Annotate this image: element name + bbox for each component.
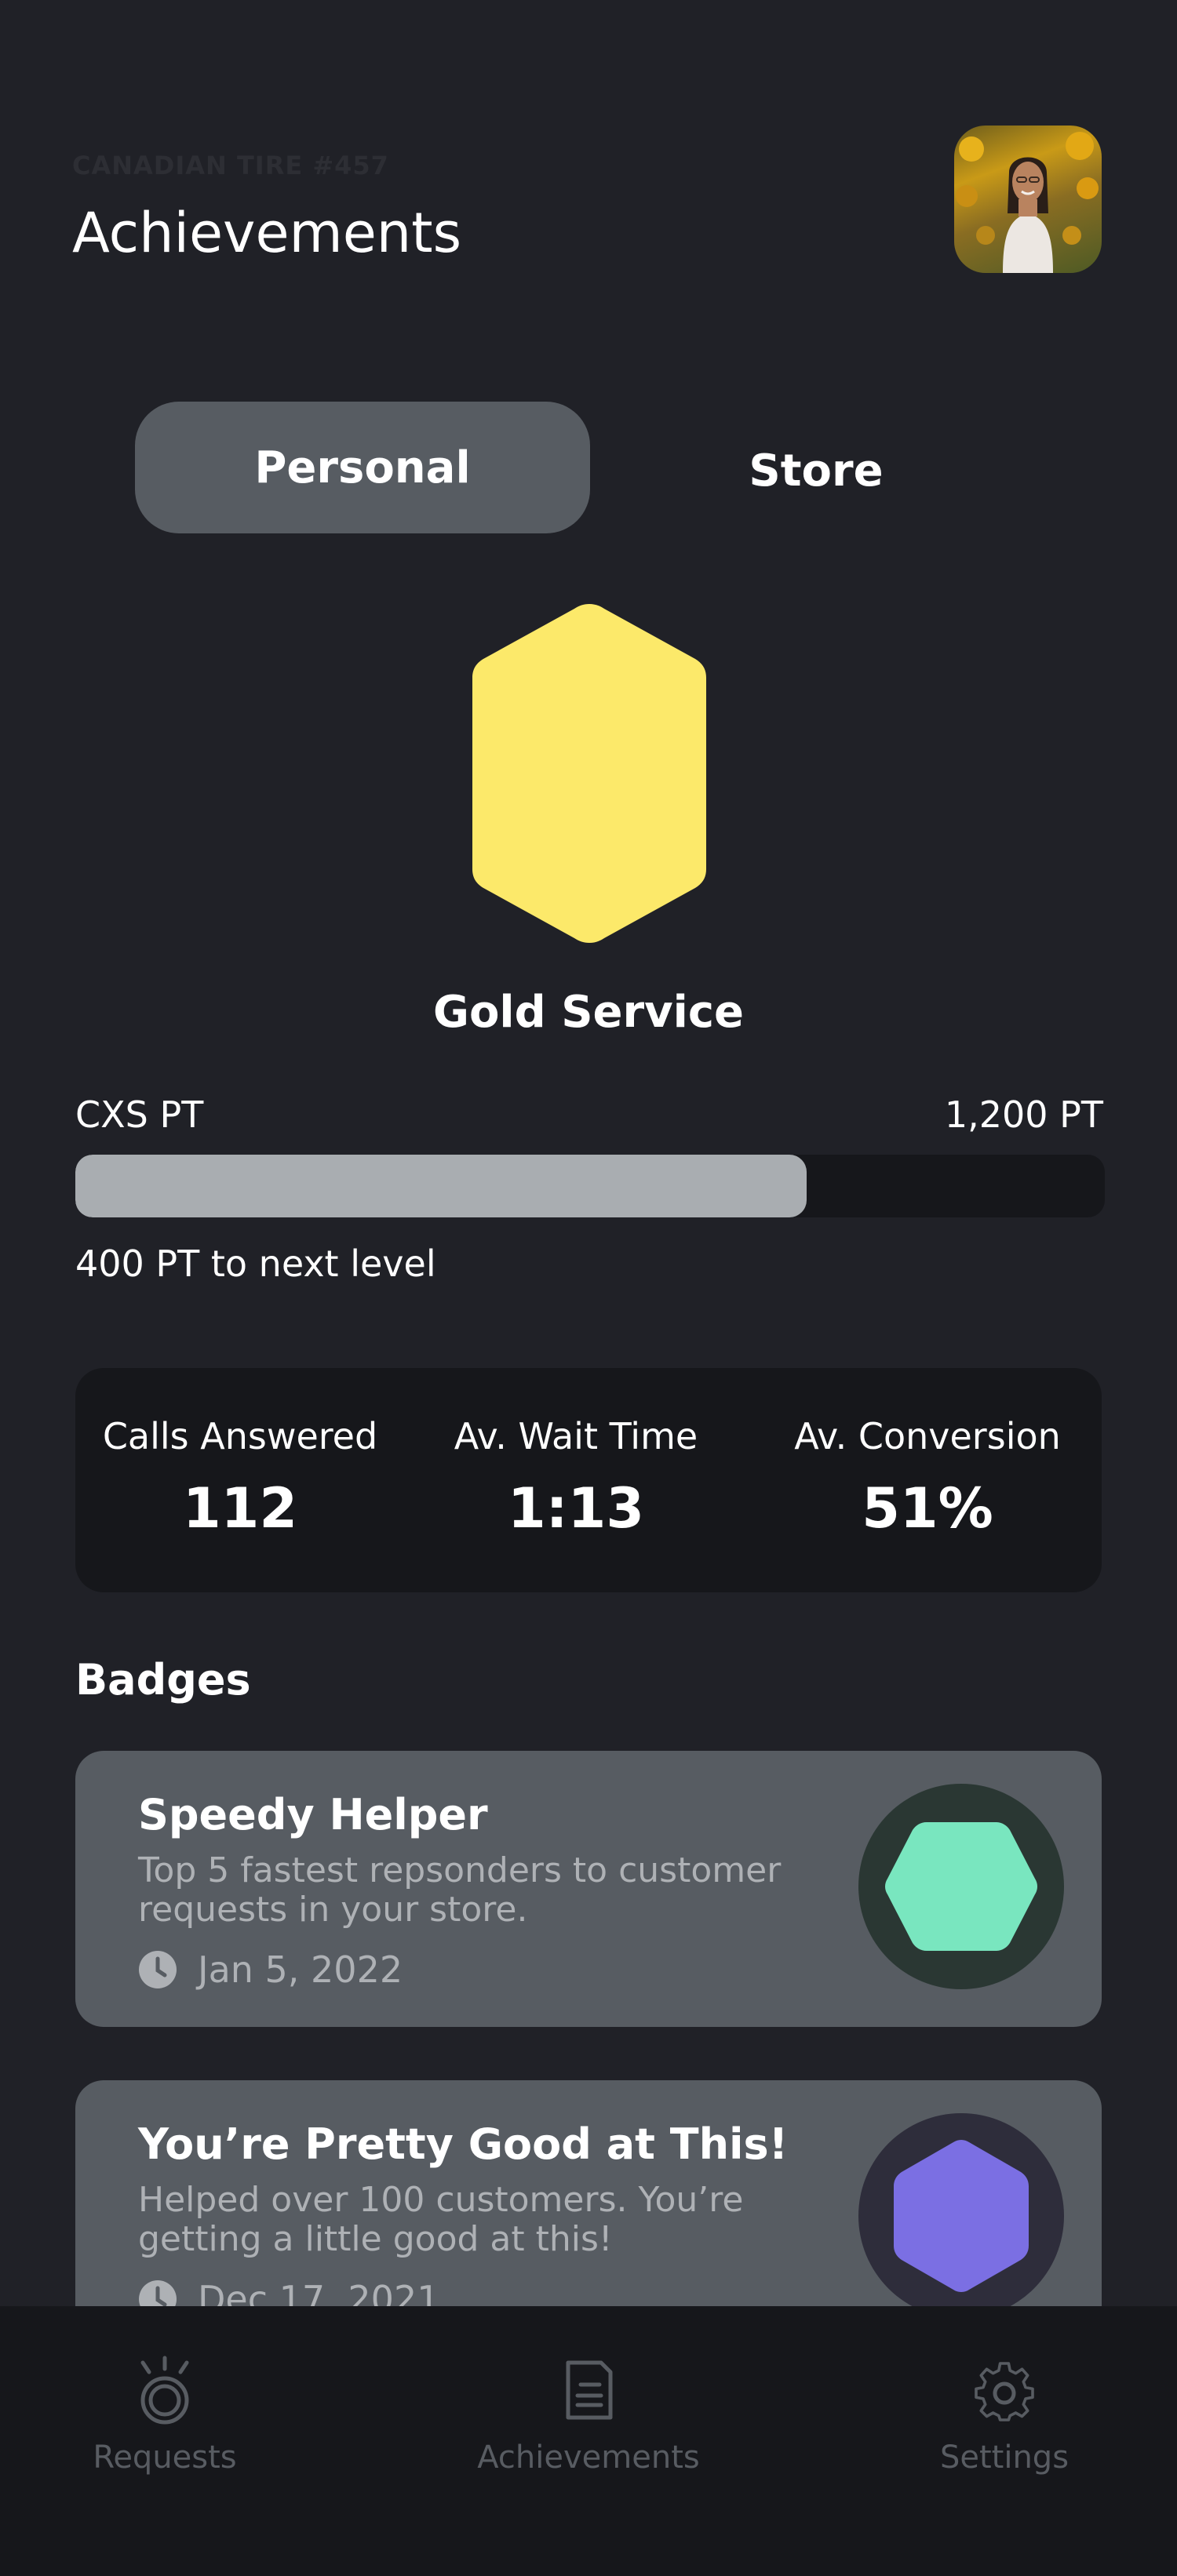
clock-icon xyxy=(139,1951,177,1988)
gold-level-badge-icon xyxy=(472,604,706,943)
gear-icon xyxy=(975,2362,1034,2421)
stat-wait-time: Av. Wait Time 1:13 xyxy=(411,1415,741,1541)
tab-store[interactable]: Store xyxy=(706,416,926,526)
points-label: CXS PT xyxy=(75,1093,204,1136)
badge-date: Jan 5, 2022 xyxy=(198,1948,403,1991)
badge-medal-purple xyxy=(858,2113,1064,2319)
nav-item-requests[interactable]: Requests xyxy=(24,2355,306,2476)
badge-medal-green xyxy=(858,1784,1064,1989)
page-title: Achievements xyxy=(72,201,462,265)
points-progress-fill xyxy=(75,1155,807,1217)
points-progress-bar xyxy=(75,1155,1105,1217)
points-total: 1,200 PT xyxy=(944,1093,1103,1136)
badge-title: Speedy Helper xyxy=(138,1790,488,1839)
stat-value: 112 xyxy=(182,1476,298,1541)
badge-description: Helped over 100 customers. You’re gettin… xyxy=(138,2180,744,2259)
nav-item-settings[interactable]: Settings xyxy=(863,2355,1146,2476)
profile-photo-icon xyxy=(956,132,1099,273)
badges-heading: Badges xyxy=(75,1655,251,1705)
nav-label: Requests xyxy=(93,2440,237,2476)
stat-value: 1:13 xyxy=(507,1476,645,1541)
avatar[interactable] xyxy=(954,126,1102,273)
stat-label: Calls Answered xyxy=(102,1415,378,1457)
nav-label: Achievements xyxy=(477,2440,700,2476)
requests-icon xyxy=(140,2356,189,2425)
badge-description: Top 5 fastest repsonders to customer req… xyxy=(138,1850,782,1930)
badge-card-speedy-helper[interactable]: Speedy Helper Top 5 fastest repsonders t… xyxy=(75,1751,1102,2027)
stat-conversion: Av. Conversion 51% xyxy=(763,1415,1092,1541)
nav-item-achievements[interactable]: Achievements xyxy=(447,2355,730,2476)
stat-label: Av. Wait Time xyxy=(454,1415,698,1457)
store-name: CANADIAN TIRE #457 xyxy=(72,151,389,180)
achievements-icon xyxy=(566,2360,613,2420)
purple-hexagon-icon xyxy=(894,2140,1029,2292)
next-level-text: 400 PT to next level xyxy=(75,1243,436,1285)
green-hexagon-icon xyxy=(885,1822,1037,1951)
nav-label: Settings xyxy=(939,2440,1070,2476)
badge-date-row: Jan 5, 2022 xyxy=(138,1948,403,1991)
tab-personal[interactable]: Personal xyxy=(135,402,590,533)
level-name: Gold Service xyxy=(432,987,745,1038)
stats-card: Calls Answered 112 Av. Wait Time 1:13 Av… xyxy=(75,1368,1102,1592)
stat-value: 51% xyxy=(862,1476,993,1541)
bottom-navigation: Requests Achievements Settings xyxy=(0,2306,1177,2576)
stat-calls-answered: Calls Answered 112 xyxy=(75,1415,405,1541)
badge-title: You’re Pretty Good at This! xyxy=(138,2119,789,2169)
stat-label: Av. Conversion xyxy=(794,1415,1061,1457)
